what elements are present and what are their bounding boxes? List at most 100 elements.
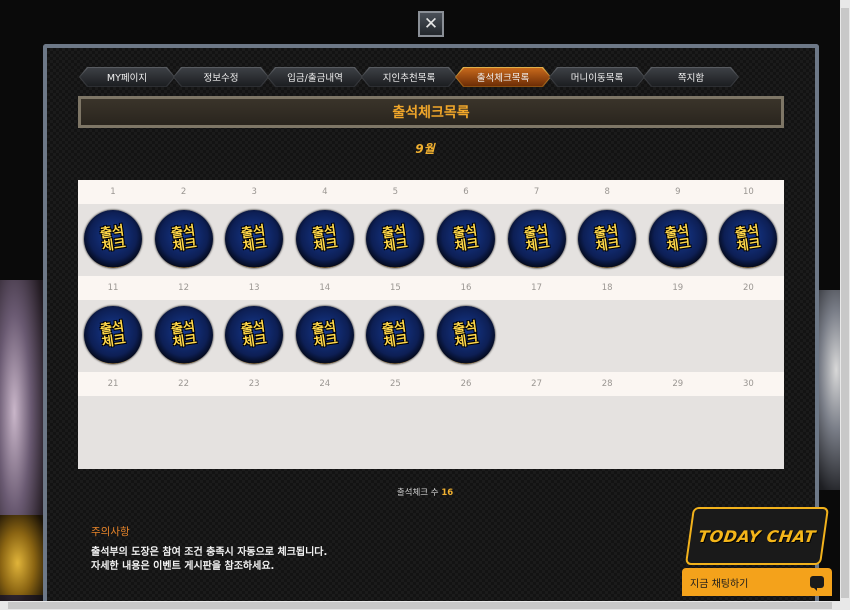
attendance-stamp-icon: 출석 체크 [648,210,707,268]
calendar-day-number: 18 [601,283,613,293]
attendance-stamp-text: 출석 체크 [310,223,339,255]
tab-0[interactable]: MY페이지 [79,67,175,87]
tab-label: 정보수정 [203,73,239,84]
attendance-count-label: 출석체크 수 [396,488,439,498]
attendance-stamp-icon: 출석 체크 [225,210,284,268]
notice-title: 주의사항 [91,526,130,538]
attendance-stamp-icon: 출석 체크 [84,306,142,364]
tab-5[interactable]: 머니이동목록 [549,67,645,87]
tab-3[interactable]: 지인추천목록 [361,67,457,87]
attendance-stamp-icon: 출석 체크 [295,306,354,364]
page-title-bar: 출석체크목록 [78,96,784,128]
calendar-day-number: 26 [460,379,472,389]
vertical-scroll-thumb[interactable] [841,8,849,598]
attendance-stamp-text: 출석 체크 [381,319,410,351]
attendance-stamp-icon: 출석 체크 [366,210,425,268]
calendar-day-number: 11 [107,283,119,293]
attendance-stamp-icon: 출석 체크 [154,210,213,268]
calendar-day-number: 25 [389,379,401,389]
attendance-stamp-icon: 출석 체크 [437,210,495,268]
notice-line: 자세한 내용은 이벤트 게시판을 참조하세요. [91,561,275,572]
calendar-day-number: 3 [251,187,257,197]
tab-2[interactable]: 입금/출금내역 [267,67,363,87]
calendar-stamp-row [78,396,784,468]
calendar-day-number: 21 [107,379,119,389]
calendar-stamp-row: 출석 체크 출석 체크 출석 체크 출석 체크 출석 체크 출석 체크 출석 체크 출석 체크… [78,204,784,276]
tab-1[interactable]: 정보수정 [173,67,269,87]
calendar-day-number: 5 [392,187,399,197]
calendar-day-number: 27 [531,379,542,389]
calendar-day-number: 22 [178,379,189,389]
attendance-stamp-icon: 출석 체크 [225,306,284,364]
calendar-day-number: 2 [180,187,187,197]
attendance-stamp-icon: 출석 체크 [437,306,495,364]
attendance-stamp-text: 출석 체크 [381,223,410,255]
attendance-stamp-text: 출석 체크 [240,223,268,255]
calendar-day-number: 29 [672,379,684,389]
chat-now-button[interactable]: 지금 채팅하기 [682,568,832,596]
calendar-day-number: 16 [460,283,472,293]
tab-label: 지인추천목록 [382,73,436,84]
calendar-day-number: 8 [604,187,610,197]
attendance-stamp-text: 출석 체크 [522,223,551,255]
month-label: 9월 [415,142,435,156]
tab-label: 입금/출금내역 [287,73,343,84]
calendar-day-number: 24 [319,379,331,389]
attendance-stamp-icon: 출석 체크 [719,210,778,268]
attendance-stamp-text: 출석 체크 [99,319,127,351]
attendance-stamp-text: 출석 체크 [663,223,692,255]
calendar-day-header-row: 11 12 13 14 15 16 17 18 19 20 [78,276,784,300]
vertical-scrollbar[interactable] [840,0,850,610]
background-coins [0,515,44,595]
attendance-stamp-text: 출석 체크 [734,223,763,255]
tab-6[interactable]: 쪽지함 [643,67,739,87]
attendance-stamp-icon: 출석 체크 [84,210,142,268]
calendar-day-number: 23 [248,379,260,389]
close-icon: ✕ [423,14,439,34]
calendar-day-header-row: 1 2 3 4 5 6 7 8 9 10 [78,180,784,204]
calendar-day-number: 7 [533,187,540,197]
attendance-stamp-text: 출석 체크 [240,319,268,351]
calendar-day-number: 19 [672,283,684,293]
attendance-stamp-text: 출석 체크 [169,319,198,351]
calendar-day-number: 28 [601,379,613,389]
calendar-day-number: 10 [742,187,754,197]
attendance-stamp-text: 출석 체크 [593,223,621,255]
attendance-stamp-icon: 출석 체크 [154,306,213,364]
tab-label: MY페이지 [106,73,148,84]
calendar-day-number: 13 [248,283,260,293]
calendar-day-number: 15 [389,283,401,293]
tab-label: 쪽지함 [677,73,705,84]
attendance-stamp-icon: 출석 체크 [366,306,425,364]
calendar-day-number: 20 [742,283,754,293]
tab-bar: MY페이지 정보수정 입금/출금내역 지인추천목록 출석체크목록 머니이동목록 쪽지함 [79,67,737,87]
tab-4[interactable]: 출석체크목록 [455,67,551,87]
attendance-stamp-icon: 출석 체크 [578,210,637,268]
calendar-day-number: 4 [322,187,328,197]
calendar-day-header-row: 21 22 23 24 25 26 27 28 29 30 [78,372,784,396]
attendance-stamp-text: 출석 체크 [452,223,480,255]
attendance-stamp-text: 출석 체크 [169,223,198,255]
attendance-stamp-text: 출석 체크 [99,223,127,255]
today-chat-logo[interactable]: TODAY CHAT [684,507,830,565]
calendar-day-number: 30 [742,379,754,389]
tab-label: 머니이동목록 [570,73,624,84]
attendance-count: 출석체크 수 16 [0,486,850,498]
horizontal-scrollbar[interactable] [0,601,840,610]
close-button[interactable]: ✕ [418,11,444,37]
calendar-stamp-row: 출석 체크 출석 체크 출석 체크 출석 체크 출석 체크 출석 체크 [78,300,784,372]
chat-bubble-icon [810,576,824,591]
page-title: 출석체크목록 [392,105,470,121]
attendance-count-value: 16 [441,488,454,498]
attendance-calendar: 1 2 3 4 5 6 7 8 9 10 출석 체크 출석 체크 출석 체크 출석 체크 출석 체크 출석 체… [78,180,784,469]
calendar-day-number: 14 [319,283,331,293]
calendar-day-number: 17 [531,283,542,293]
tab-label: 출석체크목록 [476,73,530,84]
attendance-stamp-text: 출석 체크 [310,319,339,351]
horizontal-scroll-thumb[interactable] [8,602,832,609]
calendar-day-number: 9 [675,187,681,197]
notice-line: 출석부의 도장은 참여 조건 충족시 자동으로 체크됩니다. [91,547,328,558]
attendance-stamp-icon: 출석 체크 [507,210,566,268]
chat-now-label: 지금 채팅하기 [690,578,749,590]
attendance-stamp-text: 출석 체크 [452,319,480,351]
